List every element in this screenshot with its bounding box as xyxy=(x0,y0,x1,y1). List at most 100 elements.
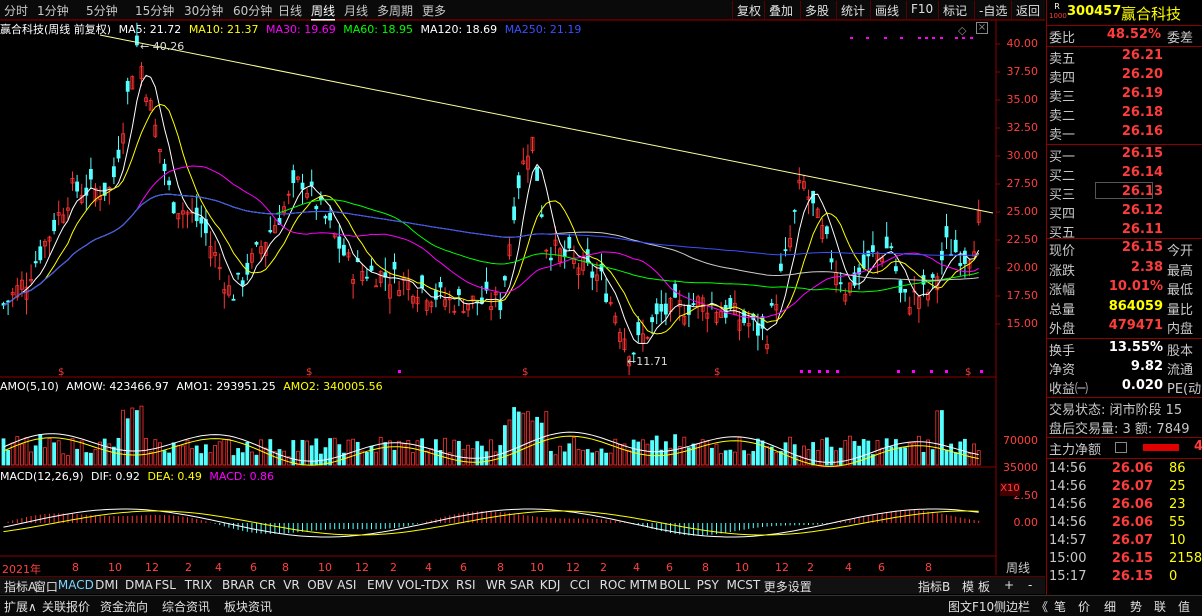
status-tab[interactable]: 资金流向 xyxy=(100,598,148,615)
indicator-right-button[interactable]: 指标B xyxy=(918,578,950,595)
back-button[interactable]: 返回 xyxy=(1011,1,1044,19)
indicator-tab[interactable]: ASI xyxy=(337,578,356,592)
status-right-button[interactable]: 势 xyxy=(1130,598,1142,615)
indicator-tab[interactable]: RSI xyxy=(456,578,476,592)
status-right-button[interactable]: 联 xyxy=(1154,598,1166,615)
indicator-tab[interactable]: EMV xyxy=(367,578,393,592)
self-select-button[interactable]: -自选 xyxy=(974,1,1011,19)
period-tab-15min[interactable]: 15分钟 xyxy=(135,2,174,19)
volume-bar xyxy=(309,445,314,466)
indicator-tab[interactable]: VR xyxy=(283,578,300,592)
overlay-button[interactable]: 叠加 xyxy=(764,1,797,19)
period-tab-60min[interactable]: 60分钟 xyxy=(233,2,272,19)
price-tick-label: 35.00 xyxy=(1006,93,1039,106)
volume-bar xyxy=(240,452,245,466)
low-price-label: ←11.71 xyxy=(627,355,668,368)
indicator-tab[interactable]: SAR xyxy=(510,578,534,592)
dif-label: DIF: 0.92 xyxy=(91,470,140,483)
indicator-right-button[interactable]: 模 xyxy=(962,578,974,595)
indicator-tab[interactable]: FSL xyxy=(155,578,176,592)
status-tab[interactable]: 关联报价 xyxy=(42,598,90,615)
indicator-tab[interactable]: MACD xyxy=(58,578,94,592)
volume-bar xyxy=(590,452,595,466)
indicator-tab[interactable]: 设置 xyxy=(788,578,812,595)
period-toolbar: 分时 1分钟 5分钟 15分钟 30分钟 60分钟 日线 周线 月线 多周期 更… xyxy=(0,0,1045,21)
period-tab-1min[interactable]: 1分钟 xyxy=(37,2,69,19)
stat-label-right: 最高 xyxy=(1167,263,1194,279)
main-net-label: 主力净额 xyxy=(1049,443,1102,458)
indicator-right-button[interactable]: + xyxy=(1004,578,1014,592)
indicator-tab[interactable]: DMA xyxy=(125,578,153,592)
indicator-tab[interactable]: VOL-TDX xyxy=(397,578,449,592)
period-tab-monthly[interactable]: 月线 xyxy=(344,2,368,19)
status-right-button[interactable]: 价 xyxy=(1078,598,1090,615)
fuquan-button[interactable]: 复权 xyxy=(732,1,765,19)
status-tab[interactable]: 综合资讯 xyxy=(162,598,210,615)
indicator-tab[interactable]: 指标A xyxy=(4,578,36,595)
indicator-tab[interactable]: OBV xyxy=(307,578,333,592)
period-tab-30min[interactable]: 30分钟 xyxy=(184,2,223,19)
status-tab[interactable]: 扩展∧ xyxy=(4,598,37,615)
sell-level-price: 26.18 xyxy=(1121,105,1163,120)
period-tab-daily[interactable]: 日线 xyxy=(278,2,302,19)
period-tab-weekly[interactable]: 周线 xyxy=(311,2,336,21)
period-tab-more[interactable]: 更多 xyxy=(422,2,446,19)
indicator-tab[interactable]: BOLL xyxy=(659,578,690,592)
volume-bar xyxy=(903,447,907,466)
indicator-tab[interactable]: PSY xyxy=(697,578,719,592)
status-right-button[interactable]: 值 xyxy=(1178,598,1190,615)
status-right-button[interactable]: 《 xyxy=(1036,598,1048,615)
f10-button[interactable]: F10 xyxy=(906,1,937,19)
indicator-tab[interactable]: ROC xyxy=(600,578,626,592)
kline-chart[interactable]: ← 40.26 ←11.71 $ $ $ $ $ xyxy=(0,20,1045,575)
period-tab-fenshi[interactable]: 分时 xyxy=(4,2,28,19)
tick-time: 14:57 xyxy=(1049,533,1087,548)
status-right-button[interactable]: 侧边栏 xyxy=(994,598,1030,615)
indicator-right-button[interactable]: 板 xyxy=(978,578,990,595)
indicator-tab[interactable]: WR xyxy=(486,578,506,592)
time-tick-label: 10 xyxy=(108,561,122,574)
indicator-tab[interactable]: KDJ xyxy=(540,578,561,592)
time-tick-label: 2 xyxy=(390,561,397,574)
indicator-tab[interactable]: MTM xyxy=(630,578,658,592)
volume-bar xyxy=(162,450,167,466)
indicator-right-button[interactable]: - xyxy=(1028,578,1032,592)
volume-bar xyxy=(599,448,604,466)
candle-body xyxy=(631,352,636,355)
volume-bar xyxy=(512,407,516,466)
volume-bar xyxy=(236,448,241,466)
status-right-button[interactable]: 图文F10 xyxy=(948,598,994,615)
indicator-tab[interactable]: CCI xyxy=(570,578,590,592)
indicator-tab[interactable]: BRAR xyxy=(222,578,255,592)
indicator-tab[interactable]: TRIX xyxy=(185,578,212,592)
volume-bar xyxy=(535,416,539,466)
price-tick-label: 32.50 xyxy=(1006,121,1039,134)
signal-dot xyxy=(962,37,965,39)
period-tab-multi[interactable]: 多周期 xyxy=(377,2,413,19)
sell-level: 卖四 26.20 xyxy=(1049,67,1202,86)
candle-body xyxy=(300,182,305,190)
sell-level-price: 26.20 xyxy=(1121,67,1163,82)
indicator-tab[interactable]: CR xyxy=(259,578,276,592)
mark-button[interactable]: 标记 xyxy=(938,1,971,19)
indicator-tab[interactable]: 更多 xyxy=(764,578,788,595)
candle-body xyxy=(199,217,204,224)
multi-stock-button[interactable]: 多股 xyxy=(800,1,833,19)
status-right-button[interactable]: 笔 xyxy=(1054,598,1066,615)
candle-body xyxy=(167,180,172,186)
macd-value-label: MACD: 0.86 xyxy=(209,470,275,483)
volume-bar xyxy=(967,453,972,466)
indicator-tab[interactable]: DMI xyxy=(95,578,118,592)
indicator-tab[interactable]: MCST xyxy=(727,578,761,592)
volume-bar xyxy=(213,445,218,466)
status-tab[interactable]: 板块资讯 xyxy=(224,598,272,615)
volume-bar xyxy=(231,455,236,466)
volume-bar xyxy=(572,437,576,466)
list-icon[interactable] xyxy=(1115,442,1127,453)
indicator-tab[interactable]: 窗口 xyxy=(34,578,58,595)
tick-row: 14:56 26.06 23 xyxy=(1049,497,1202,516)
status-right-button[interactable]: 细 xyxy=(1104,598,1116,615)
draw-line-button[interactable]: 画线 xyxy=(870,1,903,19)
statistics-button[interactable]: 统计 xyxy=(836,1,869,19)
period-tab-5min[interactable]: 5分钟 xyxy=(86,2,118,19)
